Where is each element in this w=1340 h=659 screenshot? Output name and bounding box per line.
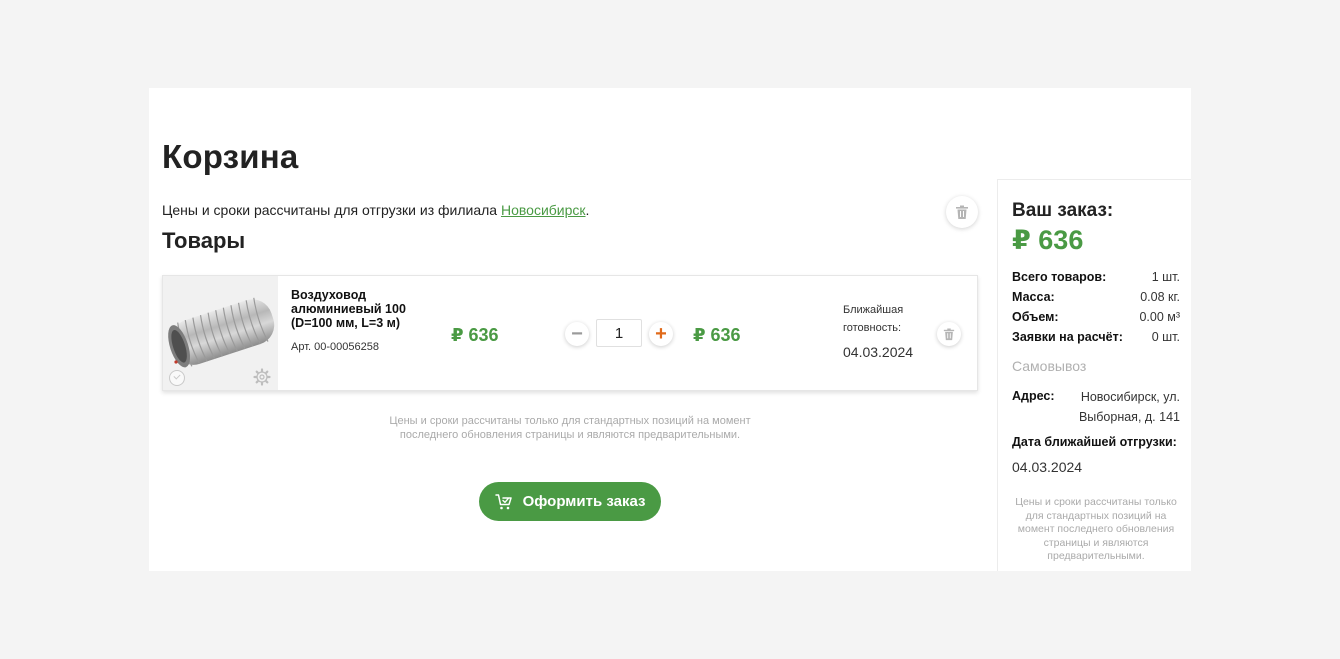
cart-item: Воздуховод алюминиевый 100 (D=100 мм, L=… — [162, 275, 978, 391]
checkout-button[interactable]: Оформить заказ — [479, 482, 661, 521]
select-check-icon[interactable] — [169, 370, 185, 386]
order-summary: Ваш заказ: ₽ 636 Всего товаров: 1 шт. Ма… — [997, 179, 1191, 571]
product-image[interactable] — [163, 276, 278, 390]
trash-icon — [956, 205, 968, 219]
quantity-input[interactable] — [596, 319, 642, 347]
section-title-products: Товары — [162, 228, 246, 253]
product-name[interactable]: Воздуховод алюминиевый 100 (D=100 мм, L=… — [291, 288, 421, 330]
checkout-button-label: Оформить заказ — [522, 493, 646, 510]
stat-value: 0.00 м³ — [1139, 310, 1180, 324]
shipping-date-label: Дата ближайшей отгрузки: — [1012, 435, 1177, 449]
trash-icon — [943, 328, 955, 340]
unit-price: ₽ 636 — [451, 325, 499, 345]
remove-item-button[interactable] — [937, 322, 961, 346]
gear-icon[interactable] — [253, 368, 271, 386]
prices-disclaimer: Цены и сроки рассчитаны только для станд… — [389, 415, 751, 441]
stat-value: 0.08 кг. — [1140, 290, 1180, 304]
cart-check-icon — [494, 493, 512, 509]
clear-cart-button[interactable] — [946, 196, 978, 228]
stat-label: Объем: — [1012, 310, 1059, 324]
stat-label: Заявки на расчёт: — [1012, 330, 1123, 344]
branch-note: Цены и сроки рассчитаны для отгрузки из … — [162, 202, 589, 218]
page-title: Корзина — [162, 138, 299, 175]
summary-disclaimer: Цены и сроки рассчитаны только для станд… — [1015, 496, 1177, 563]
stat-row-volume: Объем: 0.00 м³ — [1012, 307, 1180, 327]
product-sku: Арт. 00-00056258 — [291, 341, 379, 353]
stat-label: Всего товаров: — [1012, 270, 1107, 284]
address-value: Новосибирск, ул. Выборная, д. 141 — [1078, 390, 1180, 424]
quantity-increase-button[interactable]: + — [649, 322, 673, 346]
branch-link[interactable]: Новосибирск — [501, 202, 586, 218]
readiness-label: Ближайшая готовность: — [843, 304, 904, 334]
line-total-price: ₽ 636 — [693, 325, 741, 345]
delivery-method: Самовывоз — [1012, 358, 1087, 374]
stat-label: Масса: — [1012, 290, 1055, 304]
summary-stats: Всего товаров: 1 шт. Масса: 0.08 кг. Объ… — [1012, 267, 1180, 347]
branch-note-text: Цены и сроки рассчитаны для отгрузки из … — [162, 202, 501, 218]
stat-row-weight: Масса: 0.08 кг. — [1012, 287, 1180, 307]
cart-panel: Корзина Цены и сроки рассчитаны для отгр… — [149, 88, 1191, 571]
stat-row-total-items: Всего товаров: 1 шт. — [1012, 267, 1180, 287]
readiness-date: 04.03.2024 — [843, 344, 914, 360]
stat-value: 1 шт. — [1151, 270, 1180, 284]
stat-row-calc-requests: Заявки на расчёт: 0 шт. — [1012, 327, 1180, 347]
branch-note-suffix: . — [585, 202, 590, 218]
shipping-date: 04.03.2024 — [1012, 459, 1083, 475]
address-label: Адрес: — [1012, 389, 1055, 403]
summary-title: Ваш заказ: — [1012, 200, 1114, 221]
quantity-decrease-button[interactable]: − — [565, 322, 589, 346]
summary-total: ₽ 636 — [1012, 225, 1084, 255]
stat-value: 0 шт. — [1151, 330, 1180, 344]
